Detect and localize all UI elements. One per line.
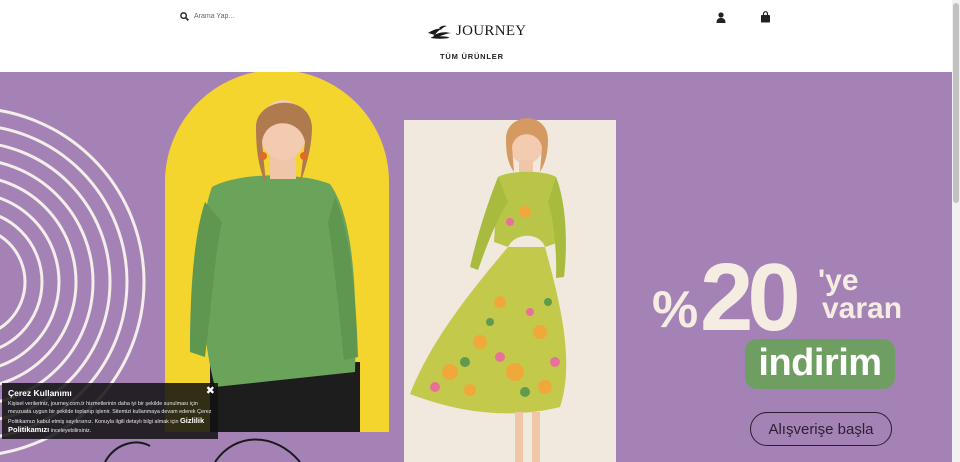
site-header: JOURNEY TÜM ÜRÜNLER — [0, 0, 952, 72]
shopping-bag-icon[interactable] — [760, 11, 771, 23]
nav-all-products[interactable]: TÜM ÜRÜNLER — [440, 52, 504, 61]
search-input[interactable] — [194, 13, 314, 20]
logo-text: JOURNEY — [456, 23, 527, 39]
discount-value: 20 — [700, 244, 801, 351]
discount-percent-sign: % — [652, 281, 698, 339]
page: JOURNEY TÜM ÜRÜNLER — [0, 0, 960, 462]
user-icon[interactable] — [716, 12, 726, 23]
cookie-notice-text: Kişisel verileriniz, journey.com.tr hizm… — [8, 401, 212, 436]
cookie-notice-tail: inceleyebilirsiniz. — [50, 428, 92, 435]
cookie-notice-title: Çerez Kullanımı — [8, 388, 72, 398]
search-icon[interactable] — [180, 12, 189, 21]
discount-badge: indirim — [745, 339, 895, 389]
page-scrollbar[interactable] — [952, 0, 960, 462]
start-shopping-button[interactable]: Alışverişe başla — [750, 412, 892, 446]
logo[interactable]: JOURNEY — [427, 23, 526, 40]
search-bar[interactable] — [180, 12, 314, 21]
script-swirl-decoration — [104, 438, 301, 462]
journey-logo-icon — [428, 25, 451, 39]
cookie-notice: ✖ Çerez Kullanımı Kişisel verileriniz, j… — [2, 383, 218, 439]
close-icon[interactable]: ✖ — [206, 384, 215, 397]
scrollbar-thumb[interactable] — [953, 3, 959, 203]
discount-suffix-varan: varan — [822, 292, 903, 325]
